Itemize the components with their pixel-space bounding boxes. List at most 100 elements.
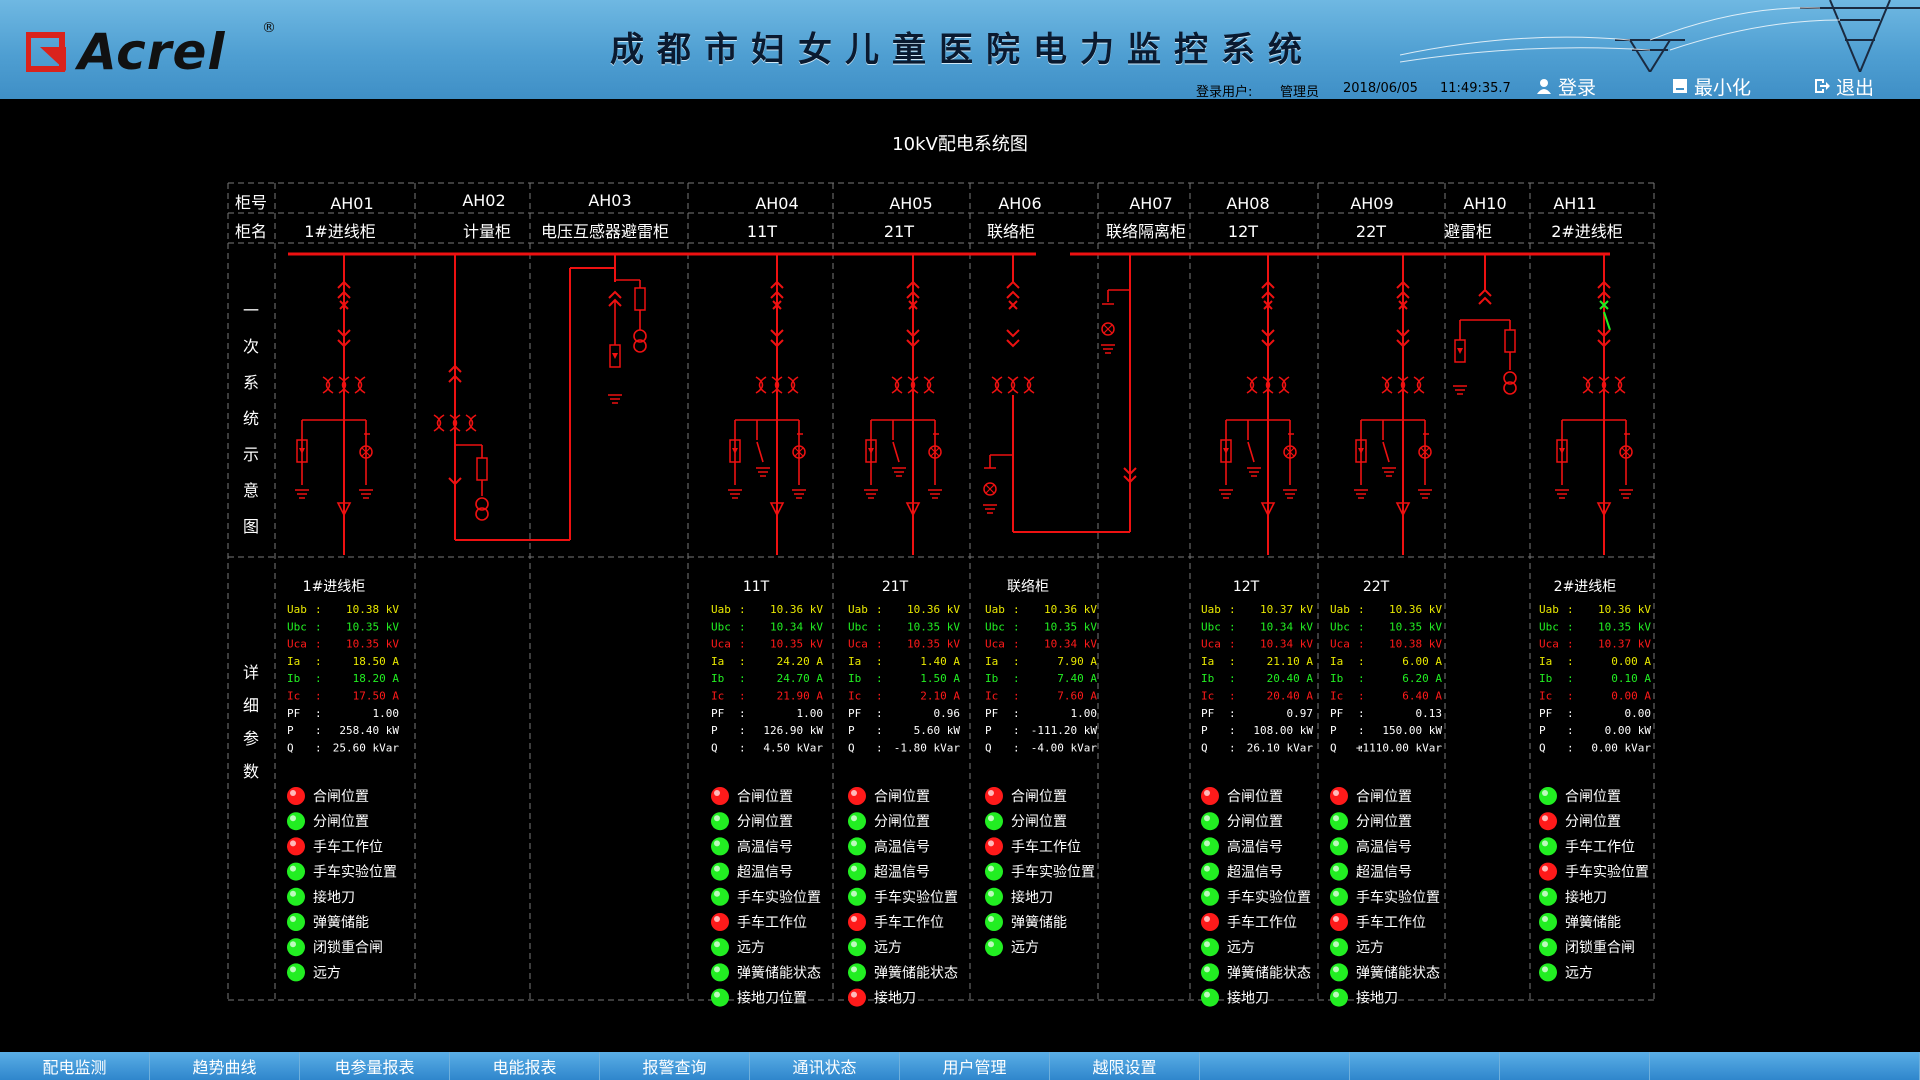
status-indicator: 闭锁重合闸 (287, 938, 383, 957)
param-name: Ib (287, 672, 300, 685)
param-colon: : (739, 655, 746, 668)
status-led-icon (711, 837, 729, 856)
detail-title: 11T (743, 579, 770, 595)
current-transformer (787, 376, 799, 394)
cabinet-name: 11T (747, 222, 777, 241)
nav-tab[interactable]: 趋势曲线 (150, 1052, 300, 1080)
led-highlight (714, 890, 720, 897)
led-highlight (1204, 815, 1210, 822)
param-name: Ia (1330, 655, 1343, 668)
status-indicator: 手车工作位 (1201, 913, 1297, 931)
param-name: Uca (711, 638, 731, 651)
arrester-arrow (1457, 348, 1463, 354)
led-highlight (988, 916, 994, 922)
nav-tab[interactable]: 报警查询 (600, 1052, 750, 1080)
param-value: 25.60 kVar (333, 741, 400, 754)
status-label: 分闸位置 (737, 814, 793, 830)
status-led-icon (985, 862, 1003, 881)
param-colon: : (1358, 620, 1365, 633)
status-indicator: 远方 (1330, 938, 1384, 957)
status-label: 高温信号 (874, 838, 930, 855)
status-label: 手车实验位置 (1565, 864, 1649, 881)
status-led-icon (1330, 837, 1348, 856)
param-value: 10.35 kV (346, 638, 399, 651)
nav-tab[interactable]: 电能报表 (450, 1052, 600, 1080)
status-led-icon (1201, 913, 1219, 931)
param-colon: : (1229, 638, 1236, 651)
row-label-detail-2: 参 (243, 729, 259, 748)
bottom-navigation: 配电监测 趋势曲线 电参量报表 电能报表 报警查询 通讯状态 用户管理 越限设置 (0, 1052, 1920, 1080)
fuse (1504, 329, 1516, 353)
led-highlight (851, 865, 857, 872)
current-transformer (891, 376, 903, 394)
led-highlight (1333, 916, 1339, 922)
led-highlight (1204, 941, 1210, 948)
param-value: 0.13 (1416, 707, 1443, 720)
nav-tab-empty (1500, 1052, 1650, 1080)
status-led-icon (287, 837, 305, 856)
param-colon: : (1013, 690, 1020, 703)
status-indicator: 接地刀 (1330, 988, 1398, 1007)
row-label-cabinet-no: 柜号 (235, 193, 267, 212)
param-value: 1.40 A (920, 655, 960, 668)
param-colon: : (315, 690, 322, 703)
cabinet-name: 22T (1356, 222, 1386, 241)
param-colon: : (876, 690, 883, 703)
nav-tab[interactable]: 用户管理 (900, 1052, 1050, 1080)
led-highlight (851, 890, 857, 897)
row-label-cabinet-name: 柜名 (235, 222, 267, 241)
param-value: 10.34 kV (770, 620, 823, 633)
status-indicator: 手车工作位 (1330, 913, 1426, 931)
status-indicator: 远方 (1201, 938, 1255, 957)
param-value: 2.10 A (920, 690, 960, 703)
param-value: 7.60 A (1057, 690, 1097, 703)
nav-tab[interactable]: 越限设置 (1050, 1052, 1200, 1080)
param-value: 10.35 kV (1598, 620, 1651, 633)
status-led-icon (848, 913, 866, 931)
led-highlight (714, 991, 720, 998)
nav-tab[interactable]: 配电监测 (0, 1052, 150, 1080)
status-label: 远方 (737, 940, 765, 956)
led-highlight (1204, 840, 1210, 847)
param-colon: : (739, 724, 746, 737)
status-led-icon (1330, 887, 1348, 906)
detail-title: 1#进线柜 (303, 579, 366, 595)
detail-title: 22T (1363, 579, 1390, 595)
param-colon: : (739, 620, 746, 633)
param-value: +1110.00 kVar (1356, 741, 1442, 754)
param-name: Uca (1330, 638, 1350, 651)
param-value: 10.35 kV (1044, 620, 1097, 633)
nav-tab[interactable]: 通讯状态 (750, 1052, 900, 1080)
param-value: 10.34 kV (1260, 638, 1313, 651)
param-name: Ib (1330, 672, 1343, 685)
status-label: 手车实验位置 (1011, 864, 1095, 881)
row-labels: 柜号 柜名 一 次 系 统 示 意 图 详 细 参 数 (235, 193, 267, 781)
param-value: 7.40 A (1057, 672, 1097, 685)
param-value: 0.97 (1287, 707, 1314, 720)
param-colon: : (1229, 741, 1236, 754)
param-name: Q (711, 741, 718, 754)
param-name: P (1330, 724, 1337, 737)
param-colon: : (1567, 707, 1574, 720)
led-highlight (1333, 941, 1339, 948)
param-colon: : (1567, 603, 1574, 616)
current-transformer (465, 414, 477, 432)
led-highlight (1204, 991, 1210, 998)
led-highlight (851, 941, 857, 948)
status-indicator: 手车实验位置 (1330, 887, 1440, 906)
status-led-icon (848, 812, 866, 831)
status-indicator: 超温信号 (1330, 862, 1412, 881)
param-value: 21.90 A (777, 690, 824, 703)
status-indicator: 超温信号 (848, 862, 930, 881)
status-led-icon (287, 963, 305, 982)
param-name: Uab (985, 603, 1005, 616)
status-led-icon (287, 787, 305, 805)
param-name: Ic (1539, 690, 1552, 703)
status-led-icon (848, 887, 866, 906)
status-label: 弹簧储能 (1011, 915, 1067, 931)
param-colon: : (876, 603, 883, 616)
arrester-arrow (1358, 448, 1364, 454)
param-value: 0.96 (934, 707, 961, 720)
nav-tab[interactable]: 电参量报表 (300, 1052, 450, 1080)
cabinet-name: 联络柜 (987, 222, 1035, 241)
